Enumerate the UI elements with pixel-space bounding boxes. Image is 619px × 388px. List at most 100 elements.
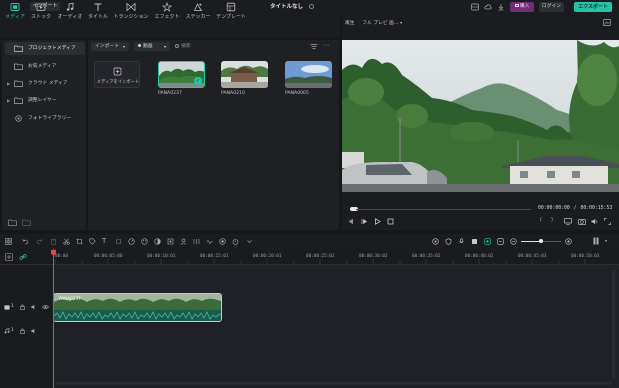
- sidebar-item-cloud-media[interactable]: ▶ クラウド メディア: [5, 77, 85, 90]
- tab-title[interactable]: タイトル: [87, 2, 109, 24]
- ai-audio-icon[interactable]: [484, 238, 491, 245]
- more-options-icon[interactable]: ⋯: [323, 43, 329, 49]
- stabilize-icon[interactable]: [167, 238, 174, 245]
- progress-track[interactable]: [356, 209, 531, 210]
- sidebar-item-photo-library[interactable]: フォトライブラリー: [5, 112, 85, 125]
- chevron-right-icon[interactable]: ▶: [7, 77, 10, 90]
- timeline-scrollbar[interactable]: [56, 382, 612, 385]
- color-icon[interactable]: [141, 238, 148, 245]
- media-type-dropdown[interactable]: 動画 ▾: [134, 42, 170, 51]
- folder-icon[interactable]: [22, 219, 31, 226]
- import-media-tile[interactable]: メディアをインポート: [94, 61, 140, 88]
- zoom-out-icon[interactable]: [510, 238, 517, 245]
- ruler-timecode: 00:00: [55, 254, 68, 259]
- search-input[interactable]: 検索: [175, 42, 295, 51]
- render-play-icon[interactable]: [432, 238, 439, 245]
- voiceover-icon[interactable]: [471, 238, 478, 245]
- link-icon[interactable]: [19, 253, 27, 261]
- filter-icon[interactable]: [310, 43, 318, 50]
- mark-out-icon[interactable]: ): [551, 217, 553, 223]
- cloud-upload-icon[interactable]: [484, 3, 492, 11]
- timeline-vertical-scrollbar[interactable]: [612, 270, 615, 378]
- cart-icon: [514, 4, 519, 7]
- tab-stock[interactable]: ストック: [29, 2, 53, 24]
- undo-icon[interactable]: [22, 238, 29, 245]
- mark-in-icon[interactable]: (: [540, 217, 542, 223]
- export-button[interactable]: エクスポート: [574, 2, 612, 12]
- folder-icon: [14, 80, 23, 87]
- mute-icon[interactable]: [31, 328, 37, 334]
- lock-icon[interactable]: [20, 304, 25, 310]
- add-track-icon[interactable]: [5, 253, 13, 261]
- more-tools-icon[interactable]: [246, 238, 253, 245]
- camera-snapshot-icon[interactable]: [578, 218, 586, 225]
- play-icon[interactable]: [374, 218, 381, 225]
- snapshot-panel-icon[interactable]: [603, 19, 611, 26]
- eye-icon[interactable]: [42, 304, 49, 310]
- import-tile-label: メディアをインポート: [96, 80, 140, 85]
- grid-layout-icon[interactable]: [5, 238, 12, 245]
- stop-icon[interactable]: [387, 218, 394, 225]
- sidebar-item-project-media[interactable]: プロジェクトメディア: [5, 42, 85, 55]
- playhead[interactable]: [53, 249, 54, 388]
- media-thumbnail[interactable]: ✓: [158, 61, 205, 88]
- lock-icon[interactable]: [20, 328, 25, 334]
- sidebar-item-favorite-media[interactable]: お気メディア: [5, 60, 85, 73]
- purchase-button[interactable]: 購入: [510, 2, 534, 12]
- zoom-in-icon[interactable]: [565, 238, 572, 245]
- sidebar-item-label: フォトライブラリー: [28, 116, 72, 121]
- tag-icon[interactable]: [89, 238, 96, 245]
- download-icon[interactable]: [497, 3, 505, 11]
- mute-icon[interactable]: [31, 304, 37, 310]
- audio-detach-icon[interactable]: [206, 238, 213, 245]
- current-time: 00:00:00:00: [538, 206, 570, 211]
- quality-dropdown[interactable]: フル プレビ 画...: [362, 21, 398, 26]
- tab-effect[interactable]: エフェクト: [152, 2, 182, 24]
- timeline-layout-icon[interactable]: [593, 237, 602, 245]
- delete-icon[interactable]: [50, 238, 57, 245]
- volume-icon[interactable]: [591, 218, 599, 225]
- media-thumbnail[interactable]: [285, 61, 332, 88]
- shield-icon[interactable]: [445, 238, 452, 245]
- transform-icon[interactable]: [115, 238, 122, 245]
- audio-track-icon: [4, 328, 10, 334]
- adjust-icon[interactable]: [193, 238, 200, 245]
- ruler-timecode: 00:00:45:03: [518, 254, 547, 259]
- ai-cutout-icon[interactable]: [180, 238, 187, 245]
- play-backward-icon[interactable]: [361, 218, 368, 225]
- login-button[interactable]: ログイン: [539, 2, 564, 12]
- sidebar-item-adjustment-layer[interactable]: ▶ 調整レイヤー: [5, 94, 85, 107]
- tab-sticker[interactable]: ステッカー: [183, 2, 213, 24]
- timeline-clip[interactable]: PANA0237: [53, 293, 222, 322]
- playback-mode-label[interactable]: 再生: [345, 21, 355, 26]
- new-folder-icon[interactable]: [8, 219, 17, 226]
- speed-icon[interactable]: [128, 238, 135, 245]
- mask-icon[interactable]: [154, 238, 161, 245]
- timer-icon[interactable]: [232, 238, 239, 245]
- record-icon[interactable]: [219, 238, 226, 245]
- media-thumbnail[interactable]: [221, 61, 268, 88]
- chevron-right-icon[interactable]: ▶: [7, 94, 10, 107]
- microphone-icon[interactable]: [458, 238, 465, 245]
- window-layout-icon[interactable]: [471, 3, 479, 11]
- chevron-down-icon[interactable]: ▾: [605, 238, 607, 243]
- text-icon[interactable]: T: [102, 237, 106, 245]
- ruler-timecode: 00:00:40:02: [465, 254, 494, 259]
- redo-icon[interactable]: [36, 238, 43, 245]
- crop-icon[interactable]: [76, 238, 83, 245]
- fullscreen-icon[interactable]: [604, 218, 611, 225]
- import-dropdown[interactable]: インポート ▾: [91, 42, 129, 51]
- previous-frame-icon[interactable]: [347, 218, 354, 225]
- timeline-tracks-area[interactable]: [0, 265, 619, 388]
- split-scissors-icon[interactable]: [63, 238, 70, 245]
- chevron-down-icon: ▾: [400, 20, 403, 25]
- display-icon[interactable]: [564, 218, 572, 225]
- snap-icon[interactable]: [497, 238, 504, 245]
- zoom-slider-fill: [521, 241, 541, 242]
- preview-header: 再生 フル プレビ 画... ▾: [345, 18, 402, 27]
- zoom-slider-handle[interactable]: [539, 239, 543, 243]
- tab-template[interactable]: テンプレート: [214, 2, 248, 24]
- tab-audio[interactable]: オーディオ: [55, 2, 85, 24]
- tab-transition[interactable]: トランジション: [111, 2, 151, 24]
- tab-media[interactable]: メディア: [3, 2, 27, 24]
